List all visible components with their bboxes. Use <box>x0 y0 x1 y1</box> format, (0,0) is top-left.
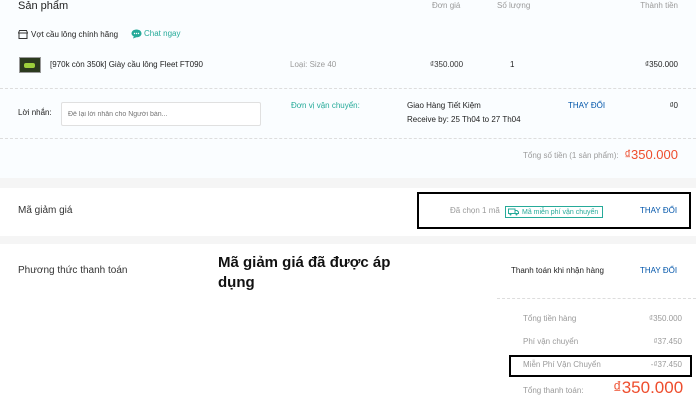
products-title: Sản phẩm <box>18 0 69 12</box>
voucher-tag-label: Mã miễn phí vận chuyển <box>522 209 599 216</box>
summary-value: -₫37.450 <box>650 360 682 369</box>
shop-name[interactable]: Vợt cầu lông chính hãng <box>31 30 118 39</box>
summary-label: Phí vận chuyển <box>523 337 579 346</box>
shipping-eta: Receive by: 25 Th04 to 27 Th04 <box>407 115 521 124</box>
summary-label: Tổng tiền hàng <box>523 314 577 323</box>
grand-total-label: Tổng thanh toán: <box>523 386 584 395</box>
product-quantity: 1 <box>510 60 515 69</box>
product-thumbnail[interactable] <box>19 57 41 73</box>
product-subtotal: ₫350.000 <box>644 60 678 69</box>
divider <box>497 298 696 299</box>
quantity-header: Số lượng <box>497 1 531 10</box>
summary-value: ₫37.450 <box>653 337 682 346</box>
summary-value: ₫350.000 <box>648 314 682 323</box>
shop-icon <box>18 30 28 39</box>
unit-price-header: Đơn giá <box>432 1 461 10</box>
voucher-selected-text: Đã chọn 1 mã <box>450 206 500 215</box>
chat-icon <box>131 29 142 39</box>
summary-label: Miễn Phí Vận Chuyển <box>523 360 601 369</box>
voucher-section: Mã giảm giá Đã chọn 1 mã Mã miễn phí vận… <box>0 188 696 236</box>
product-name[interactable]: [970k còn 350k] Giày cầu lông Fleet FT09… <box>50 60 203 69</box>
order-total-label: Tổng số tiền (1 sản phẩm): <box>523 151 619 160</box>
order-total-amount: ₫350.000 <box>624 147 678 162</box>
grand-total-amount: ₫350.000 <box>613 378 684 397</box>
voucher-change-button[interactable]: THAY ĐỔI <box>640 206 677 215</box>
message-label: Lời nhắn: <box>18 108 52 117</box>
payment-method: Thanh toán khi nhận hàng <box>511 266 604 275</box>
divider <box>0 138 696 139</box>
annotation-text: Mã giảm giá đã được áp dụng <box>218 254 391 291</box>
shipping-change-button[interactable]: THAY ĐỔI <box>568 101 605 110</box>
product-price: ₫350.000 <box>430 60 464 69</box>
payment-section: Phương thức thanh toán Mã giảm giá đã đư… <box>0 244 696 407</box>
divider <box>0 88 696 89</box>
free-shipping-voucher-tag[interactable]: Mã miễn phí vận chuyển <box>505 206 604 218</box>
message-input[interactable] <box>61 102 261 126</box>
voucher-title: Mã giảm giá <box>18 205 73 216</box>
subtotal-header: Thành tiền <box>640 1 678 10</box>
shipping-label: Đơn vị vận chuyển: <box>291 101 360 110</box>
shipping-fee: ₫0 <box>669 101 678 110</box>
payment-title: Phương thức thanh toán <box>18 265 128 276</box>
products-section: Sản phẩm Đơn giá Số lượng Thành tiền Vợt… <box>0 0 696 178</box>
product-variant: Loại: Size 40 <box>290 60 337 69</box>
truck-icon <box>508 208 519 216</box>
chat-label: Chat ngay <box>144 29 181 38</box>
shipping-carrier: Giao Hàng Tiết Kiệm <box>407 101 481 110</box>
payment-change-button[interactable]: THAY ĐỔI <box>640 266 677 275</box>
